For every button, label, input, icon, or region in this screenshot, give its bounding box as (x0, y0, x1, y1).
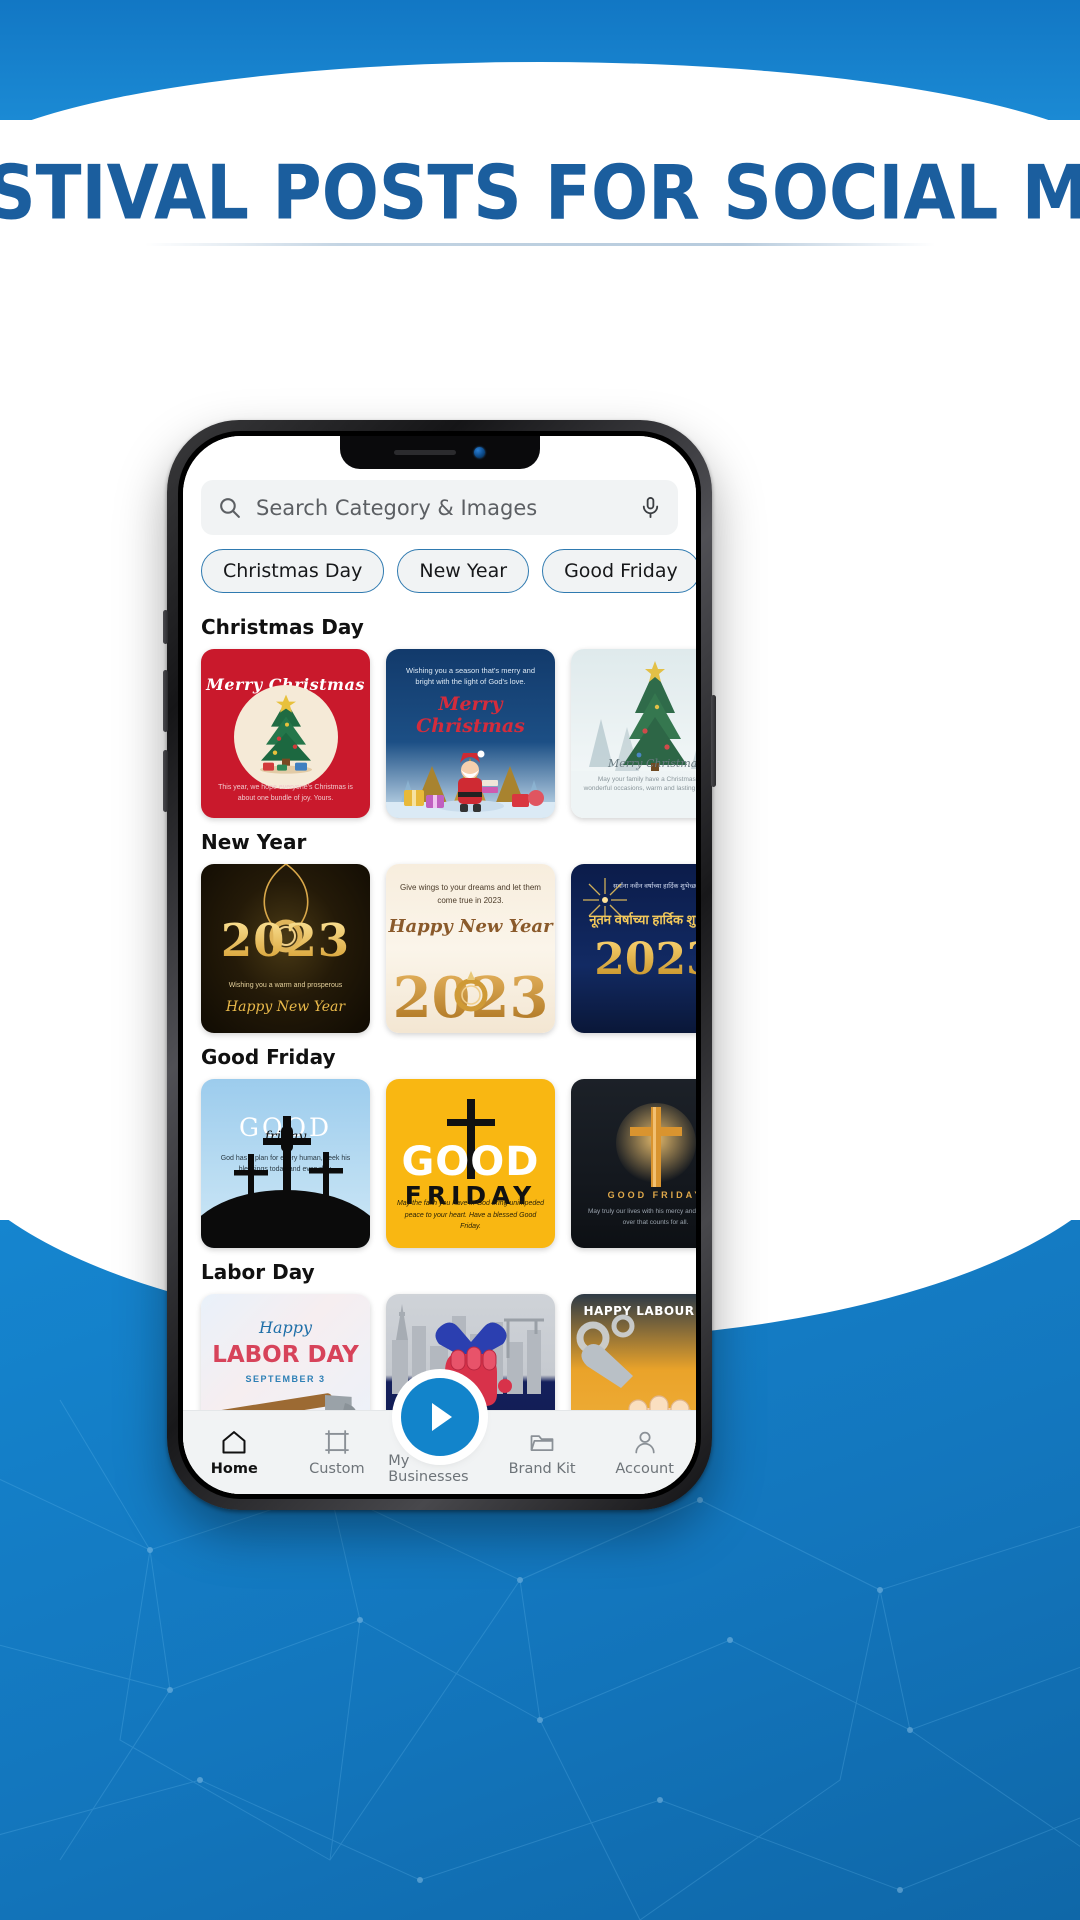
create-fab-button[interactable] (400, 1378, 479, 1456)
category-chip-christmas-day[interactable]: Christmas Day (201, 549, 385, 593)
mute-switch[interactable] (163, 610, 168, 644)
gold-ring-icon (454, 971, 487, 1012)
promo-headline-wrap: FESTIVAL POSTS FOR SOCIAL MEDIA (0, 150, 1080, 237)
section-row-good-friday[interactable]: GOOD friday God has a plan for every hum… (201, 1079, 696, 1248)
crop-frame-icon (325, 1430, 349, 1454)
nav-item-account[interactable]: Account (593, 1428, 696, 1477)
card-title: Merry Christmas (608, 757, 696, 770)
section-row-christmas-day[interactable]: Merry Christmas This year, we hope every… (201, 649, 696, 818)
card-title: GOOD FRIDAY (607, 1190, 696, 1200)
phone-notch (339, 436, 540, 469)
template-card[interactable]: 2023 Wishing you a warm and prosperous H… (201, 864, 370, 1033)
section-title-new-year: New Year (201, 830, 307, 854)
phone-mockup: Search Category & Images Christmas Day N… (163, 420, 716, 1510)
section-row-new-year[interactable]: 2023 Wishing you a warm and prosperous H… (201, 864, 696, 1033)
glowing-cross-icon (615, 1103, 696, 1187)
section-title-good-friday: Good Friday (201, 1045, 336, 1069)
template-card[interactable]: GOOD friday God has a plan for every hum… (201, 1079, 370, 1248)
nav-label: Account (615, 1461, 674, 1477)
template-card[interactable]: Give wings to your dreams and let them c… (386, 864, 555, 1033)
power-button[interactable] (711, 695, 716, 787)
card-caption: May the faith you have in God bring unim… (396, 1200, 545, 1230)
card-year: 2023 (571, 934, 696, 985)
home-icon (222, 1431, 246, 1454)
card-title: Happy New Year (225, 999, 346, 1015)
template-card[interactable]: Wishing you a season that's merry and br… (386, 649, 555, 818)
section-title-labor-day: Labor Day (201, 1260, 315, 1284)
person-icon (635, 1431, 655, 1454)
section-title-christmas-day: Christmas Day (201, 615, 364, 639)
card-caption: Give wings to your dreams and let them c… (400, 883, 541, 905)
three-crosses-icon (234, 1116, 343, 1212)
template-card[interactable]: सर्वांना नवीन वर्षाच्या हार्दिक शुभेच्छा… (571, 864, 696, 1033)
firework-sparkle-icon (583, 878, 627, 922)
nav-label: Custom (309, 1461, 365, 1477)
christmas-tree-icon (259, 694, 312, 774)
nav-item-home[interactable]: Home (183, 1428, 286, 1477)
headline-divider (145, 243, 935, 246)
card-date: SEPTEMBER 3 (245, 1374, 326, 1384)
folder-icon (530, 1435, 554, 1452)
nav-item-brand-kit[interactable]: Brand Kit (491, 1428, 594, 1477)
phone-bezel: Search Category & Images Christmas Day N… (178, 431, 701, 1499)
nav-label: My Businesses (388, 1453, 469, 1485)
template-card[interactable]: GOOD FRIDAY May the faith you have in Go… (386, 1079, 555, 1248)
volume-down-button[interactable] (163, 750, 168, 812)
category-chip-good-friday[interactable]: Good Friday (542, 549, 696, 593)
santa-scene-icon (386, 750, 555, 818)
nav-label: Home (210, 1461, 258, 1477)
template-card[interactable]: GOOD FRIDAY May truly our lives with his… (571, 1079, 696, 1248)
card-caption: May your family have a Christmas full of… (583, 775, 696, 793)
search-bar[interactable]: Search Category & Images (201, 480, 678, 535)
card-title: LABOR DAY (212, 1342, 359, 1368)
template-card[interactable]: Merry Christmas This year, we hope every… (201, 649, 370, 818)
card-caption: Wishing you a warm and prosperous (228, 982, 343, 989)
microphone-icon[interactable] (639, 496, 662, 519)
card-caption: This year, we hope everyone's Christmas … (218, 784, 353, 802)
card-year: 2023 (201, 914, 370, 967)
front-camera-icon (474, 447, 485, 458)
card-caption: May truly our lives with his mercy and b… (587, 1208, 696, 1226)
card-title: Merry Christmas (416, 693, 525, 737)
template-card[interactable]: Merry Christmas May your family have a C… (571, 649, 696, 818)
card-caption: Wishing you a season that's merry and br… (406, 666, 535, 687)
search-icon (220, 498, 240, 518)
content-scroll-area[interactable]: Christmas Day Merry Christmas This year,… (183, 603, 696, 1494)
phone-screen: Search Category & Images Christmas Day N… (183, 436, 696, 1494)
play-triangle-icon (431, 1403, 452, 1431)
earpiece-speaker (394, 450, 456, 455)
app-ui: Search Category & Images Christmas Day N… (183, 436, 696, 1494)
card-title: GOOD (401, 1139, 540, 1185)
card-subtitle: Happy (258, 1318, 312, 1337)
nav-label: Brand Kit (508, 1461, 576, 1477)
nav-item-custom[interactable]: Custom (286, 1428, 389, 1477)
card-title: Happy New Year (388, 916, 553, 937)
top-blue-wave (0, 0, 1080, 182)
promo-headline: FESTIVAL POSTS FOR SOCIAL MEDIA (0, 150, 1080, 238)
category-chip-row[interactable]: Christmas Day New Year Good Friday Labor… (183, 535, 696, 603)
search-input[interactable]: Search Category & Images (256, 496, 625, 520)
volume-up-button[interactable] (163, 670, 168, 732)
category-chip-new-year[interactable]: New Year (397, 549, 530, 593)
